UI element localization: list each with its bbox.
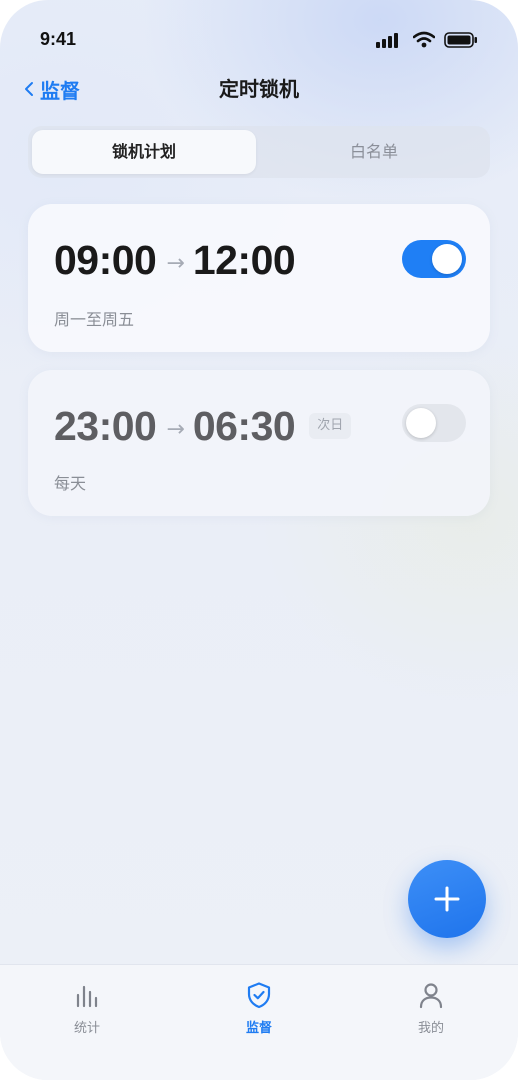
time-range: 09:00 → 12:00 [54, 236, 296, 284]
segmented-control: 锁机计划 白名单 [28, 126, 490, 178]
wifi-icon [413, 31, 435, 48]
tab-mine[interactable]: 我的 [371, 981, 491, 1045]
tab-label: 统计 [73, 1021, 100, 1036]
add-schedule-button[interactable] [408, 860, 486, 938]
schedule-toggle[interactable] [402, 240, 466, 278]
schedule-card[interactable]: 23:00 → 06:30 次日 每天 [28, 370, 490, 516]
status-time: 9:41 [40, 29, 77, 49]
status-bar: 9:41 [0, 0, 518, 80]
schedule-toggle[interactable] [402, 404, 466, 442]
repeat-days: 周一至周五 [54, 310, 135, 329]
next-day-badge: 次日 [309, 413, 352, 439]
signal-icon [376, 33, 398, 48]
time-range: 23:00 → 06:30 次日 [54, 402, 352, 450]
tab-whitelist[interactable]: 白名单 [262, 130, 486, 174]
shield-check-icon [247, 982, 271, 1009]
end-time: 12:00 [192, 236, 296, 283]
page-title: 定时锁机 [219, 77, 299, 101]
schedule-card[interactable]: 09:00 → 12:00 周一至周五 [28, 204, 490, 352]
tab-monitor[interactable]: 监督 [199, 981, 319, 1045]
battery-icon [444, 32, 477, 48]
tab-label: 我的 [417, 1021, 444, 1036]
start-time: 09:00 [54, 236, 157, 283]
end-time: 06:30 [192, 402, 296, 449]
toggle-knob [406, 408, 436, 438]
repeat-days: 每天 [54, 474, 87, 493]
tab-label: 监督 [245, 1021, 272, 1036]
user-icon [419, 983, 443, 1009]
tab-stats[interactable]: 统计 [27, 981, 147, 1045]
bar-chart-icon [76, 985, 98, 1008]
tab-lock-plan[interactable]: 锁机计划 [32, 130, 256, 174]
arrow-right-icon: → [166, 250, 185, 276]
arrow-right-icon: → [166, 416, 185, 442]
bottom-tab-bar: 统计 监督 我的 [0, 964, 518, 1080]
plus-icon [434, 886, 460, 912]
toggle-knob [432, 244, 462, 274]
phone-screen: 9:41 监督 定时锁机 锁机计划 白名单 09:00 → 12:00 周一至周… [0, 0, 518, 1080]
start-time: 23:00 [54, 402, 157, 449]
